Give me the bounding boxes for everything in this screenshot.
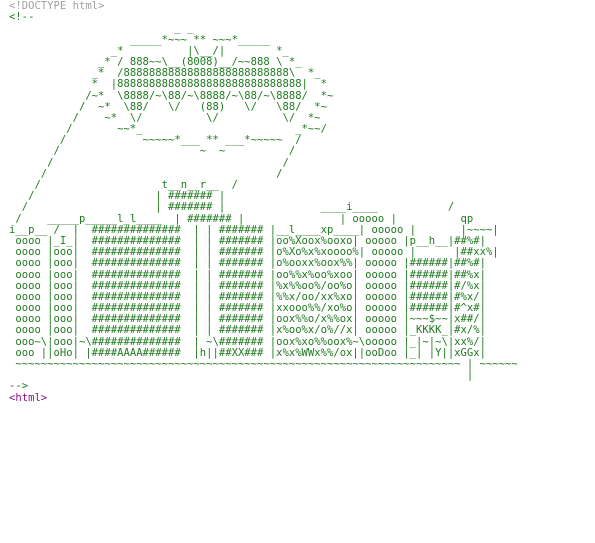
ascii-art-block: _ _ _____*~~~ ** ~~~*_____ _* |\__/| *_ … — [9, 23, 518, 381]
doctype-line: <!DOCTYPE html> — [9, 0, 105, 12]
ascii-art-line: | — [9, 369, 474, 382]
html-open-tag-line: <html> — [9, 391, 48, 404]
source-code-view: <!DOCTYPE html> <!-- _ _ _____*~~~ ** ~~… — [9, 0, 518, 404]
ascii-art-line: oooo |ooo| ############## | | ####### |x… — [9, 324, 486, 337]
ascii-art-line: oooo |ooo| ############## | | ####### |o… — [9, 257, 486, 270]
ascii-art-line: /~* \8888/~\88/~\8888/~\88/~\8888/ *~ — [9, 89, 334, 102]
ascii-art-line: / | ####### | ____i____ / — [9, 201, 455, 214]
ascii-art-line: / ~ ~ / — [9, 145, 296, 158]
ascii-art-line: oooo |ooo| ############## | | ####### |o… — [9, 268, 486, 281]
ascii-art-line: * |88888888888888888888888888888| * — [9, 78, 327, 91]
ascii-art-line: _ _ — [9, 22, 194, 35]
comment-close-line: --> — [9, 380, 29, 393]
